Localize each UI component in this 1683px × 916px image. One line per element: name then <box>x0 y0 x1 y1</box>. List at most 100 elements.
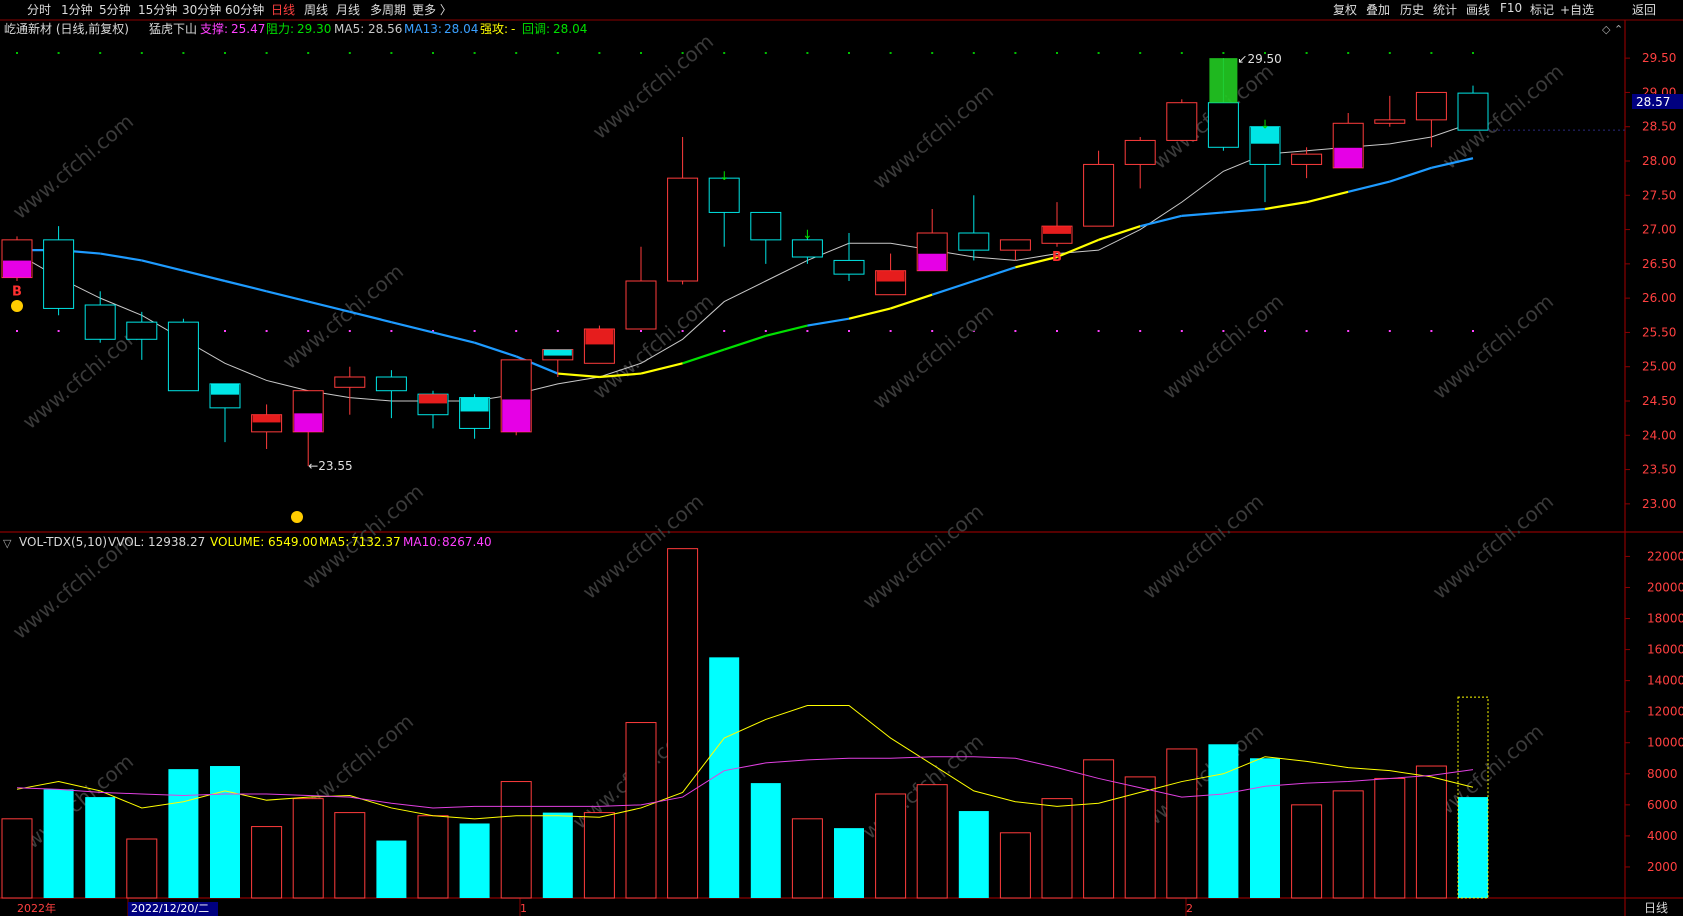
volume-bar <box>958 811 989 898</box>
candle-body <box>375 376 407 392</box>
support-label: 支撑: <box>200 21 228 36</box>
ma13-segment <box>1015 255 1058 269</box>
month-mark-1: 1 <box>520 902 527 915</box>
level-dot <box>1472 330 1474 332</box>
candle-signal-fill <box>1043 226 1071 234</box>
price-tick-label: 25.50 <box>1642 325 1676 339</box>
level-dot <box>182 52 185 54</box>
level-dot <box>390 330 393 332</box>
level-dot <box>1014 330 1017 332</box>
volume-panel[interactable] <box>1 548 1489 899</box>
level-dot <box>390 52 393 54</box>
price-tick-label: 27.00 <box>1642 223 1676 237</box>
ma13-segment <box>1389 166 1432 183</box>
ma13-segment <box>682 348 725 365</box>
ma13-segment <box>224 279 267 293</box>
candle-body <box>791 239 823 258</box>
watermark-text: www.cfchi.com <box>278 259 408 374</box>
candle-signal-fill <box>460 397 489 412</box>
candle-signal-fill <box>252 414 281 423</box>
price-tick-label: 24.50 <box>1642 394 1676 408</box>
candle-signal-fill <box>585 329 614 345</box>
level-dot <box>1430 330 1433 332</box>
watermark-text: www.cfchi.com <box>1138 489 1268 604</box>
diamond-icon: ◇ <box>1602 23 1611 36</box>
volume-bar <box>999 832 1031 899</box>
level-dot <box>598 52 601 54</box>
ma13-segment <box>474 341 517 358</box>
price-tick-label: 26.00 <box>1642 291 1676 305</box>
vol-tick-label: 22000 <box>1647 549 1683 563</box>
level-dot <box>1180 330 1183 332</box>
volume-bar <box>1208 744 1239 898</box>
candle-body <box>667 177 699 282</box>
level-dot <box>1056 330 1058 332</box>
ma13-segment <box>266 290 309 303</box>
settings-icon: ▽ <box>3 537 12 550</box>
vol-ma5-value: 7132.37 <box>351 535 401 549</box>
vol-ma10-value: 8267.40 <box>442 535 492 549</box>
level-dot <box>723 52 726 54</box>
level-dot <box>432 52 434 54</box>
resist-value: 29.30 <box>297 22 331 36</box>
ma13-segment <box>432 331 475 344</box>
low-price-label: ←23.55 <box>308 459 352 473</box>
ma13-segment <box>723 334 767 351</box>
level-dot <box>1347 330 1350 332</box>
level-dot <box>473 52 476 54</box>
candle-body <box>1083 163 1115 227</box>
level-dot <box>224 330 226 332</box>
volume-bar <box>875 793 907 899</box>
ma13-label: MA13: <box>404 22 442 36</box>
level-dot <box>1097 52 1100 54</box>
ma13-segment <box>1264 201 1307 211</box>
pullback-value: 28.04 <box>553 22 587 36</box>
candle-body <box>43 239 75 309</box>
axis-layer: 23.00 23.50 24.00 24.50 25.00 25.50 26.00 26.50… <box>3 23 1683 874</box>
volume-bar <box>834 828 864 898</box>
volume-bar <box>1332 790 1364 899</box>
vol-tick-label: 20000 <box>1647 580 1683 594</box>
vol-tick-label: 12000 <box>1647 705 1683 719</box>
candle-body <box>1291 153 1323 165</box>
level-dot <box>889 52 892 54</box>
volume-bar <box>667 548 699 899</box>
level-dot <box>1305 52 1308 54</box>
ma13-segment <box>807 317 850 327</box>
level-dot <box>1139 52 1142 54</box>
volume-bar <box>542 812 573 898</box>
vol-tick-label: 6000 <box>1647 798 1678 812</box>
level-dot <box>348 52 351 54</box>
level-dot <box>1014 52 1017 54</box>
down-arrow-signal: ↓ <box>1260 118 1270 132</box>
candle-signal-fill <box>211 383 239 395</box>
level-dot <box>265 52 268 54</box>
vol-tick-label: 10000 <box>1647 736 1683 750</box>
level-dot <box>848 330 850 332</box>
level-dot <box>1430 52 1433 54</box>
watermark-text: www.cfchi.com <box>1428 289 1558 404</box>
level-dot <box>473 330 476 332</box>
volume-bar <box>168 769 199 898</box>
vol-tick-label: 14000 <box>1647 674 1683 688</box>
candle-body <box>958 232 990 251</box>
volume-bar <box>292 798 324 899</box>
price-panel[interactable]: ↙29.50 ←23.55 B B ↓ ↓ ↓ <box>1 52 1625 523</box>
watermark-text: www.cfchi.com <box>1138 719 1268 834</box>
level-dot <box>99 52 102 54</box>
level-dot <box>1264 330 1266 332</box>
volume-bar <box>1250 758 1280 898</box>
ma13-segment <box>848 307 891 320</box>
level-dot <box>1388 52 1391 54</box>
vol-tick-label: 4000 <box>1647 829 1678 843</box>
level-dot <box>140 52 143 54</box>
level-dot <box>931 330 934 332</box>
level-dot <box>348 330 351 332</box>
watermark-text: www.cfchi.com <box>1158 289 1288 404</box>
price-tick-label: 29.50 <box>1642 51 1676 65</box>
candle-body <box>334 376 366 388</box>
volume-bar <box>916 784 948 899</box>
candle-body <box>750 211 782 241</box>
ma13-segment <box>765 324 808 337</box>
level-dot <box>556 330 559 332</box>
